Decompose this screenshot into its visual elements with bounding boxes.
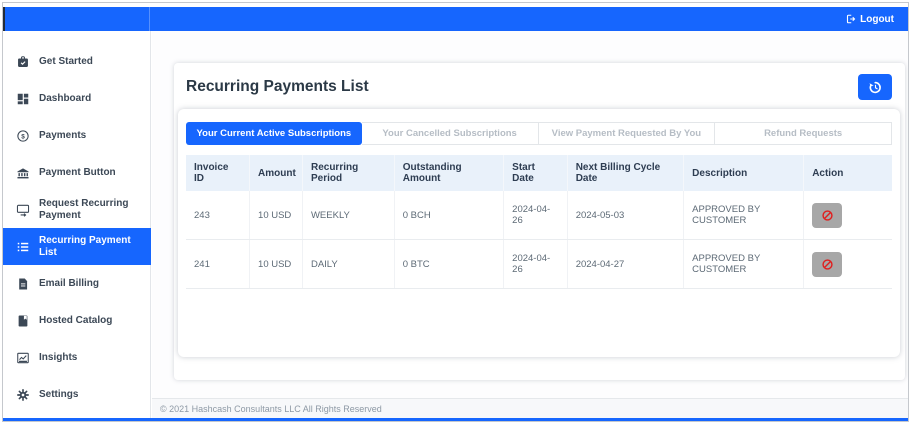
column-header-start-date: Start Date bbox=[503, 155, 568, 191]
app-window: Logout Get Started Dashboard $ Payments … bbox=[2, 2, 909, 422]
sidebar-item-recurring-payment-list[interactable]: Recurring Payment List bbox=[3, 228, 151, 265]
cell-next-billing-cycle-date: 2024-05-03 bbox=[567, 191, 685, 240]
tab-view-payment-requested-by-you[interactable]: View Payment Requested By You bbox=[538, 122, 716, 145]
cell-action bbox=[803, 191, 892, 240]
bank-icon bbox=[16, 166, 30, 180]
sidebar-item-label: Get Started bbox=[39, 55, 93, 67]
cell-start-date: 2024-04-26 bbox=[503, 191, 568, 240]
sidebar-item-label: Email Billing bbox=[39, 277, 100, 289]
document-icon bbox=[16, 277, 30, 291]
sidebar-item-label: Dashboard bbox=[39, 92, 92, 104]
cell-next-billing-cycle-date: 2024-04-27 bbox=[567, 239, 685, 289]
subscriptions-panel: Your Current Active Subscriptions Your C… bbox=[178, 109, 900, 357]
sidebar-item-get-started[interactable]: Get Started bbox=[3, 43, 150, 80]
column-header-invoice-id: Invoice ID bbox=[186, 155, 251, 191]
table-header-row: Invoice ID Amount Recurring Period Outst… bbox=[186, 155, 892, 191]
svg-text:$: $ bbox=[21, 133, 25, 140]
history-button[interactable] bbox=[858, 74, 892, 100]
sidebar: Get Started Dashboard $ Payments Payment… bbox=[3, 31, 151, 418]
tab-your-cancelled-subscriptions[interactable]: Your Cancelled Subscriptions bbox=[361, 122, 539, 145]
logout-icon bbox=[845, 13, 857, 25]
sidebar-item-request-recurring-payment[interactable]: Request Recurring Payment bbox=[3, 191, 150, 228]
gear-icon bbox=[16, 388, 30, 402]
chart-icon bbox=[16, 351, 30, 365]
cancel-icon bbox=[821, 209, 834, 222]
cancel-icon bbox=[821, 258, 834, 271]
sidebar-item-label: Payments bbox=[39, 129, 87, 141]
topbar-left-edge-decoration bbox=[3, 7, 5, 31]
sidebar-item-label: Hosted Catalog bbox=[39, 314, 113, 326]
tab-your-current-active-subscriptions[interactable]: Your Current Active Subscriptions bbox=[186, 122, 362, 145]
column-header-next-billing-cycle-date: Next Billing Cycle Date bbox=[567, 155, 685, 191]
list-icon bbox=[16, 240, 30, 254]
sidebar-item-label: Request Recurring Payment bbox=[39, 198, 129, 221]
cancel-subscription-button[interactable] bbox=[812, 202, 843, 228]
topbar-sidebar-divider bbox=[149, 7, 150, 31]
cell-action bbox=[803, 239, 892, 289]
sidebar-item-payment-button[interactable]: Payment Button bbox=[3, 154, 150, 191]
cell-description: APPROVED BY CUSTOMER bbox=[683, 239, 805, 289]
briefcase-check-icon bbox=[16, 55, 30, 69]
column-header-outstanding-amount: Outstanding Amount bbox=[394, 155, 505, 191]
cell-amount: 10 USD bbox=[249, 191, 303, 240]
logout-label: Logout bbox=[860, 13, 894, 25]
sidebar-item-hosted-catalog[interactable]: Hosted Catalog bbox=[3, 302, 150, 339]
footer-copyright: © 2021 Hashcash Consultants LLC All Righ… bbox=[160, 403, 382, 414]
dollar-circle-icon: $ bbox=[16, 129, 30, 143]
history-icon bbox=[868, 80, 883, 95]
main-area: Recurring Payments List Your Current Act… bbox=[152, 31, 908, 418]
column-header-description: Description bbox=[683, 155, 805, 191]
sidebar-item-email-billing[interactable]: Email Billing bbox=[3, 265, 150, 302]
sidebar-item-label: Settings bbox=[39, 388, 79, 400]
card-header: Recurring Payments List bbox=[174, 63, 905, 109]
logout-button[interactable]: Logout bbox=[839, 7, 900, 31]
cell-invoice-id: 243 bbox=[186, 191, 251, 240]
table-row: 241 10 USD DAILY 0 BTC 2024-04-26 2024-0… bbox=[186, 239, 892, 289]
sidebar-item-payments[interactable]: $ Payments bbox=[3, 117, 150, 154]
sidebar-item-settings[interactable]: Settings bbox=[3, 376, 150, 413]
card-arrow-icon bbox=[16, 203, 30, 217]
column-header-recurring-period: Recurring Period bbox=[302, 155, 395, 191]
column-header-amount: Amount bbox=[249, 155, 303, 191]
sidebar-item-label: Insights bbox=[39, 351, 78, 363]
bottom-accent-bar bbox=[3, 418, 908, 421]
recurring-payments-card: Recurring Payments List Your Current Act… bbox=[174, 63, 905, 380]
table-row: 243 10 USD WEEKLY 0 BCH 2024-04-26 2024-… bbox=[186, 191, 892, 240]
sidebar-item-label: Recurring Payment List bbox=[39, 235, 131, 258]
cell-recurring-period: WEEKLY bbox=[302, 191, 395, 240]
page-title: Recurring Payments List bbox=[186, 78, 369, 95]
cell-amount: 10 USD bbox=[249, 239, 303, 289]
cancel-subscription-button[interactable] bbox=[812, 251, 843, 277]
cell-start-date: 2024-04-26 bbox=[503, 239, 568, 289]
subscriptions-table: Invoice ID Amount Recurring Period Outst… bbox=[186, 155, 892, 289]
cell-invoice-id: 241 bbox=[186, 239, 251, 289]
screen: Logout Get Started Dashboard $ Payments … bbox=[0, 0, 912, 424]
cell-description: APPROVED BY CUSTOMER bbox=[683, 191, 805, 240]
cell-outstanding-amount: 0 BCH bbox=[394, 191, 505, 240]
book-icon bbox=[16, 314, 30, 328]
cell-outstanding-amount: 0 BTC bbox=[394, 239, 505, 289]
dashboard-grid-icon bbox=[16, 92, 30, 106]
cell-recurring-period: DAILY bbox=[302, 239, 395, 289]
tab-refund-requests[interactable]: Refund Requests bbox=[715, 122, 892, 145]
sidebar-item-dashboard[interactable]: Dashboard bbox=[3, 80, 150, 117]
sidebar-item-label: Payment Button bbox=[39, 166, 116, 178]
topbar: Logout bbox=[3, 7, 908, 31]
tab-bar: Your Current Active Subscriptions Your C… bbox=[186, 122, 892, 145]
footer: © 2021 Hashcash Consultants LLC All Righ… bbox=[152, 398, 908, 418]
column-header-action: Action bbox=[803, 155, 892, 191]
sidebar-item-insights[interactable]: Insights bbox=[3, 339, 150, 376]
